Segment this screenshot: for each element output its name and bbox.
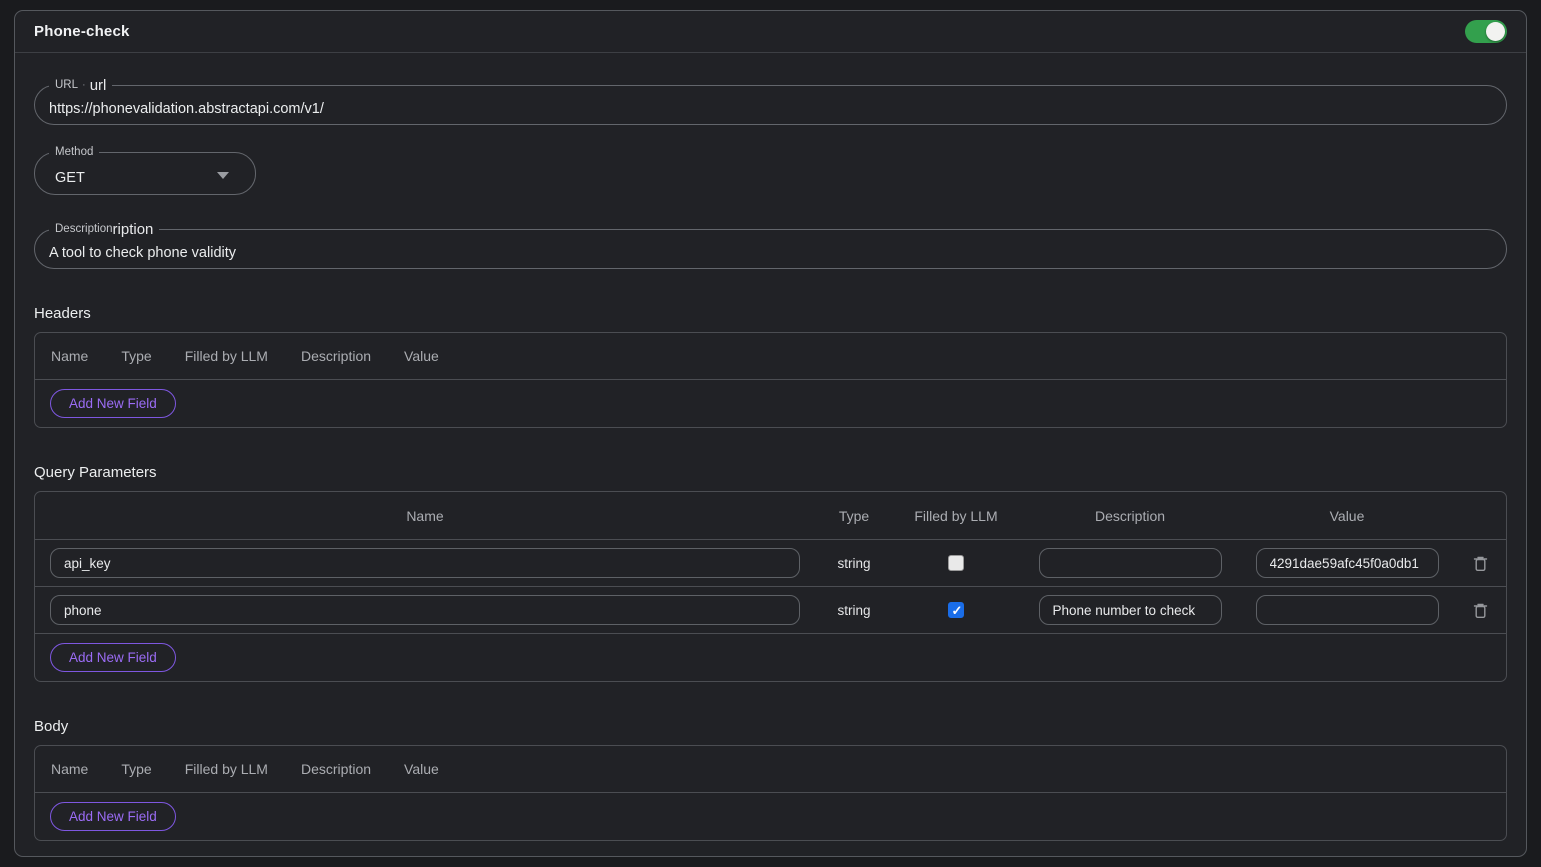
toggle-knob-icon — [1486, 22, 1505, 41]
table-row: string — [35, 587, 1506, 634]
headers-table: Name Type Filled by LLM Description Valu… — [34, 332, 1507, 428]
description-label-overlap: ription — [113, 221, 154, 238]
column-header-type: Type — [121, 761, 151, 777]
column-header-filled-by-llm: Filled by LLM — [892, 508, 1020, 524]
query-parameters-table: Name Type Filled by LLM Description Valu… — [34, 491, 1507, 682]
delete-row-button[interactable] — [1471, 553, 1490, 574]
query-parameters-add-row: Add New Field — [35, 634, 1506, 681]
param-name-input[interactable] — [50, 548, 800, 578]
headers-section-title: Headers — [34, 305, 1507, 322]
card-body: URL · url Method GET Description ription… — [15, 85, 1526, 841]
url-label-small: URL — [55, 75, 78, 94]
column-header-description: Description — [301, 348, 371, 364]
tool-title: Phone-check — [34, 23, 130, 40]
headers-add-new-field-button[interactable]: Add New Field — [50, 389, 176, 418]
delete-row-button[interactable] — [1471, 600, 1490, 621]
column-header-name: Name — [51, 761, 88, 777]
url-input[interactable] — [35, 93, 1506, 117]
param-type-value: string — [816, 603, 892, 618]
param-value-input[interactable] — [1256, 548, 1439, 578]
headers-add-row: Add New Field — [35, 380, 1506, 427]
column-header-filled-by-llm: Filled by LLM — [185, 348, 268, 364]
column-header-name: Name — [35, 508, 816, 524]
column-header-value: Value — [404, 348, 439, 364]
column-header-type: Type — [121, 348, 151, 364]
body-add-new-field-button[interactable]: Add New Field — [50, 802, 176, 831]
query-parameters-section-title: Query Parameters — [34, 464, 1507, 481]
enabled-toggle[interactable] — [1465, 20, 1507, 43]
body-section-title: Body — [34, 718, 1507, 735]
filled-by-llm-checkbox[interactable] — [948, 555, 964, 571]
method-field-label: Method — [49, 142, 99, 161]
body-add-row: Add New Field — [35, 793, 1506, 840]
body-table-head: Name Type Filled by LLM Description Valu… — [35, 746, 1506, 793]
card-header: Phone-check — [15, 11, 1526, 53]
method-label-small: Method — [55, 142, 93, 161]
description-label-small: Description — [55, 219, 113, 238]
filled-by-llm-checkbox[interactable] — [948, 602, 964, 618]
param-value-input[interactable] — [1256, 595, 1439, 625]
url-label-dot: · — [82, 75, 86, 94]
column-header-description: Description — [301, 761, 371, 777]
query-parameters-add-new-field-button[interactable]: Add New Field — [50, 643, 176, 672]
column-header-filled-by-llm: Filled by LLM — [185, 761, 268, 777]
trash-icon — [1473, 602, 1488, 619]
tool-config-card: Phone-check URL · url Method GET Descr — [14, 10, 1527, 857]
param-type-value: string — [816, 556, 892, 571]
description-field-label: Description ription — [49, 219, 159, 238]
description-input[interactable] — [35, 237, 1506, 261]
body-table: Name Type Filled by LLM Description Valu… — [34, 745, 1507, 841]
param-description-input[interactable] — [1039, 548, 1222, 578]
column-header-value: Value — [404, 761, 439, 777]
headers-table-head: Name Type Filled by LLM Description Valu… — [35, 333, 1506, 380]
url-field: URL · url — [34, 85, 1507, 125]
table-row: string — [35, 540, 1506, 587]
url-field-label: URL · url — [49, 75, 112, 94]
trash-icon — [1473, 555, 1488, 572]
column-header-value: Value — [1240, 508, 1454, 524]
param-description-input[interactable] — [1039, 595, 1222, 625]
column-header-description: Description — [1020, 508, 1240, 524]
url-label-overlap: url — [90, 77, 107, 94]
chevron-down-icon — [217, 172, 229, 179]
column-header-name: Name — [51, 348, 88, 364]
param-name-input[interactable] — [50, 595, 800, 625]
column-header-type: Type — [816, 508, 892, 524]
description-field: Description ription — [34, 229, 1507, 269]
method-select[interactable]: Method GET — [34, 152, 256, 195]
query-parameters-table-head: Name Type Filled by LLM Description Valu… — [35, 492, 1506, 540]
